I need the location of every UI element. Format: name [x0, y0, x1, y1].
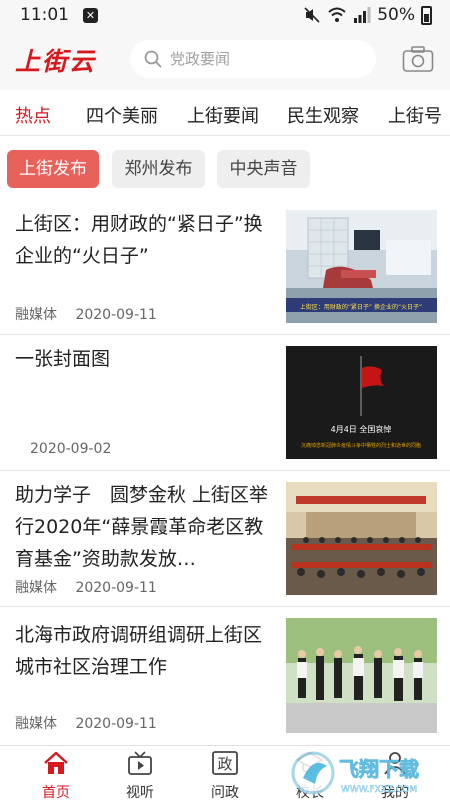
- thumb-caption: 4月4日 全国哀悼: [331, 424, 392, 434]
- news-list: 上街区：用财政的“紧日子”换企业的“火日子” 融媒体 2020-09-11 上街…: [0, 200, 450, 745]
- news-meta: 融媒体 2020-09-11: [15, 577, 157, 597]
- nav-home[interactable]: 首页: [26, 750, 86, 800]
- app-header: 上街云: [0, 30, 450, 90]
- watermark-text: 飞翔下载: [339, 757, 419, 781]
- category-tabs: 热点 四个美丽 上街要闻 民生观察 上街号: [0, 90, 450, 136]
- tab-four-beauty[interactable]: 四个美丽: [86, 102, 158, 128]
- news-title: 一张封面图: [15, 348, 111, 370]
- news-item[interactable]: 一张封面图 2020-09-02 4月4日 全国哀悼 沉痛悼念新冠肺炎疫情斗争中…: [0, 335, 450, 471]
- nav-audiovisual-label: 视听: [126, 785, 154, 800]
- thumb-caption: 上街区：用财政的“紧日子” 换企业的“火日子”: [300, 303, 422, 311]
- wifi-icon: [328, 7, 346, 22]
- app-logo: 上街云: [15, 47, 97, 76]
- subtab-shangjie-release[interactable]: 上街发布: [7, 150, 99, 188]
- news-item[interactable]: 助力学子 圆梦金秋 上街区举行2020年“薛景霞革命老区教育基金”资助款发放… …: [0, 471, 450, 607]
- news-source: 融媒体: [15, 716, 57, 732]
- news-title: 上街区：用财政的“紧日子”换企业的“火日子”: [15, 213, 263, 267]
- nav-inquiry[interactable]: 政 问政: [195, 750, 255, 800]
- tv-icon: [128, 751, 152, 775]
- watermark-url: WWW.FXXZ.COM: [341, 785, 417, 795]
- zheng-icon: 政: [212, 751, 238, 775]
- news-title: 北海市政府调研组调研上街区城市社区治理工作: [15, 624, 263, 678]
- search-input[interactable]: [170, 50, 360, 68]
- news-date: 2020-09-11: [75, 580, 157, 596]
- news-thumbnail: [286, 618, 437, 733]
- news-item[interactable]: 北海市政府调研组调研上街区城市社区治理工作 融媒体 2020-09-11: [0, 607, 450, 745]
- signal-icon: [354, 7, 371, 23]
- battery-icon: [421, 5, 432, 25]
- news-source: 融媒体: [15, 580, 57, 596]
- home-icon: [44, 751, 68, 774]
- subtab-zhengzhou-release[interactable]: 郑州发布: [112, 150, 205, 188]
- fxxz-watermark: 飞翔下载 WWW.FXXZ.COM: [291, 751, 419, 795]
- news-thumbnail: 上街区：用财政的“紧日子” 换企业的“火日子”: [286, 210, 437, 323]
- svg-text:政: 政: [217, 755, 232, 773]
- news-item[interactable]: 上街区：用财政的“紧日子”换企业的“火日子” 融媒体 2020-09-11 上街…: [0, 200, 450, 335]
- subtab-central-voice[interactable]: 中央声音: [217, 150, 310, 188]
- nav-audiovisual[interactable]: 视听: [110, 750, 170, 800]
- battery-percent: 50%: [377, 5, 415, 25]
- news-thumbnail: 4月4日 全国哀悼 沉痛悼念新冠肺炎疫情斗争中牺牲的烈士和逝世的同胞: [286, 346, 437, 459]
- news-thumbnail: [286, 482, 437, 595]
- nav-inquiry-label: 问政: [211, 785, 239, 800]
- nav-home-label: 首页: [42, 785, 70, 800]
- tab-hot[interactable]: 热点: [15, 102, 51, 128]
- news-meta: 融媒体 2020-09-11: [15, 304, 157, 324]
- status-time: 11:01: [20, 5, 69, 25]
- news-date: 2020-09-02: [30, 441, 112, 457]
- news-meta: 融媒体 2020-09-11: [15, 713, 157, 733]
- tab-shangjie-hao[interactable]: 上街号: [388, 102, 442, 128]
- tab-livelihood[interactable]: 民生观察: [287, 102, 359, 128]
- news-date: 2020-09-11: [75, 716, 157, 732]
- sub-tabs: 上街发布 郑州发布 中央声音: [0, 136, 450, 200]
- search-bar[interactable]: [130, 40, 376, 78]
- tab-shangjie-news[interactable]: 上街要闻: [187, 102, 259, 128]
- news-date: 2020-09-11: [75, 307, 157, 323]
- news-title: 助力学子 圆梦金秋 上街区举行2020年“薛景霞革命老区教育基金”资助款发放…: [15, 484, 269, 570]
- thumb-subcaption: 沉痛悼念新冠肺炎疫情斗争中牺牲的烈士和逝世的同胞: [301, 442, 421, 449]
- notification-icon: ✕: [83, 7, 98, 23]
- mute-icon: [304, 7, 320, 23]
- status-icons: 50%: [303, 5, 438, 25]
- camera-icon[interactable]: [402, 45, 434, 73]
- search-icon: [144, 50, 162, 68]
- news-source: 融媒体: [15, 307, 57, 323]
- status-bar: 11:01 ✕ 50%: [0, 0, 450, 30]
- news-meta: 2020-09-02: [30, 441, 111, 457]
